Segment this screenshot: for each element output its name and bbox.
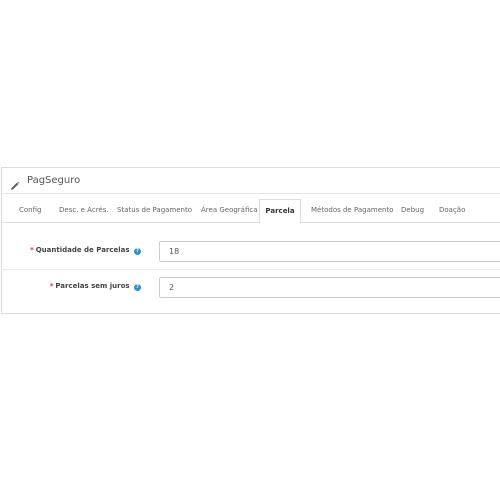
field-label: * Parcelas sem juros ?: [50, 282, 141, 291]
tab-area-geografica[interactable]: Área Geográfica: [201, 199, 258, 223]
form-row-quantidade-parcelas: * Quantidade de Parcelas ? 18: [2, 234, 500, 270]
tab-doacao[interactable]: Doação: [439, 199, 465, 223]
tab-metodos-pagamento[interactable]: Métodos de Pagamento: [311, 199, 393, 223]
help-icon[interactable]: ?: [134, 284, 141, 291]
panel-title: PagSeguro: [27, 175, 81, 186]
form-row-parcelas-sem-juros: * Parcelas sem juros ? 2: [2, 270, 500, 306]
tab-bar: Config Desc. e Acrés. Status de Pagament…: [2, 199, 500, 224]
field-label-text: Quantidade de Parcelas: [35, 246, 130, 254]
panel-heading: PagSeguro: [2, 168, 500, 194]
pagseguro-panel: PagSeguro Config Desc. e Acrés. Status d…: [1, 167, 500, 314]
tab-debug[interactable]: Debug: [401, 199, 424, 223]
quantidade-parcelas-input[interactable]: 18: [159, 241, 500, 262]
field-label-text: Parcelas sem juros: [55, 282, 130, 290]
field-label: * Quantidade de Parcelas ?: [30, 246, 141, 255]
help-icon[interactable]: ?: [134, 248, 141, 255]
tab-desc-acres[interactable]: Desc. e Acrés.: [59, 199, 109, 223]
required-marker: *: [49, 282, 54, 290]
pencil-icon: [10, 176, 20, 190]
required-marker: *: [30, 246, 34, 254]
parcelas-sem-juros-input[interactable]: 2: [159, 277, 500, 298]
tab-config[interactable]: Config: [19, 199, 41, 223]
tab-status-pagamento[interactable]: Status de Pagamento: [117, 199, 192, 223]
tab-parcela[interactable]: Parcela: [259, 199, 301, 224]
